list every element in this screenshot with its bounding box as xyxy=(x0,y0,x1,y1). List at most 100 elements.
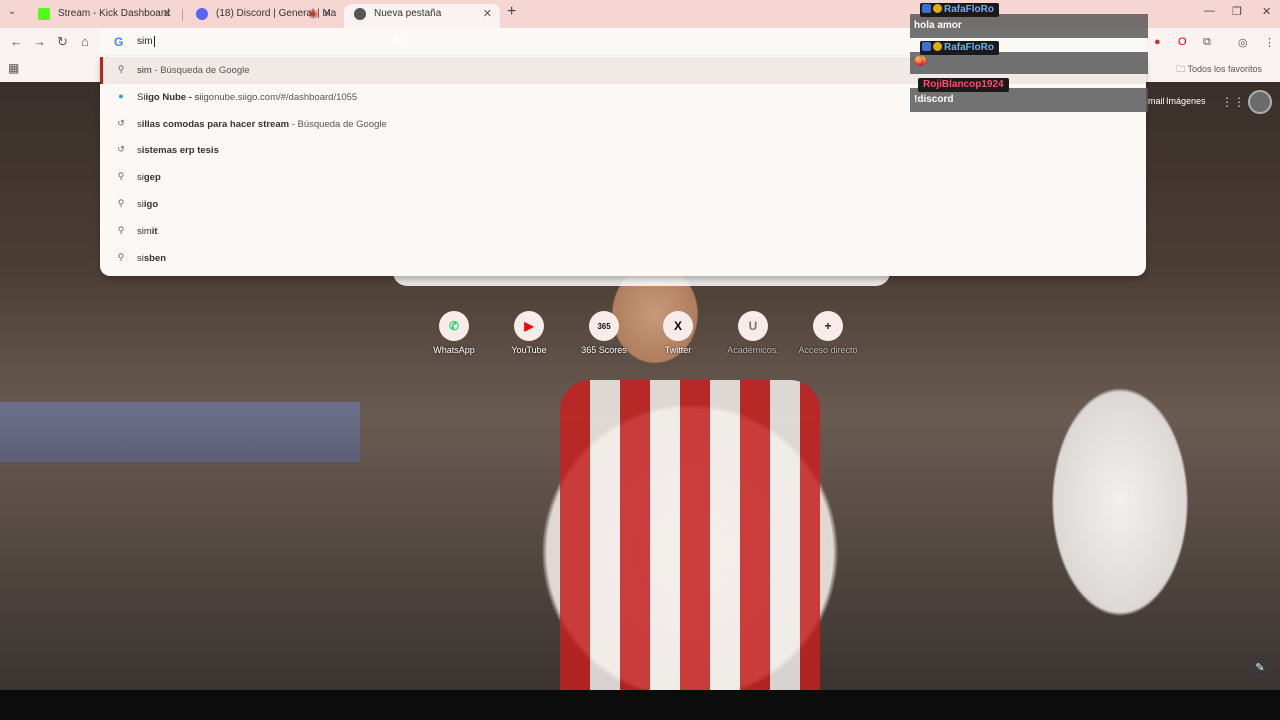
tab-new-tab[interactable]: Nueva pestaña ✕ xyxy=(344,4,500,28)
google-g-icon: G xyxy=(114,35,124,49)
suggestion-text-part: igo Nube - xyxy=(145,91,195,103)
suggestion-item[interactable]: ↺ sistemas erp tesis xyxy=(100,137,1146,164)
suggestion-text-part: istemas erp tesis xyxy=(141,145,219,157)
shortcut-label: 365 Scores xyxy=(581,345,627,355)
suggestion-text-part: sim xyxy=(137,225,152,237)
suggestion-text: sillas comodas para hacer stream - Búsqu… xyxy=(137,119,387,130)
suggestion-item[interactable]: ⚲ sigep xyxy=(100,164,1146,191)
history-icon: ↺ xyxy=(117,144,125,155)
suggestion-text-part: it xyxy=(151,225,158,237)
shortcut-label: Académicos. xyxy=(727,345,779,355)
close-window-icon[interactable]: ✕ xyxy=(1262,5,1271,18)
suggestion-text-part: - Búsqueda de Google xyxy=(289,118,387,130)
search-icon: ⚲ xyxy=(117,251,125,262)
profile-icon[interactable]: ◎ xyxy=(1238,36,1248,49)
recording-icon: ◉ xyxy=(308,8,318,20)
maximize-icon[interactable]: ❐ xyxy=(1232,5,1242,18)
shortcut-tile[interactable]: ✆ WhatsApp xyxy=(419,311,489,355)
chat-message: hola amor xyxy=(910,14,1148,38)
suggestion-text-part: igo xyxy=(143,199,159,210)
shortcut-label: Acceso directo xyxy=(798,345,858,355)
shortcut-tile[interactable]: 365 365 Scores xyxy=(569,311,639,355)
chat-message-text: hola amor xyxy=(914,20,962,31)
shortcut-tile[interactable]: + Acceso directo xyxy=(793,311,863,355)
close-tab-icon[interactable]: ✕ xyxy=(483,4,492,24)
extensions-puzzle-icon[interactable]: ⧉ xyxy=(1203,36,1211,49)
opera-icon[interactable]: O xyxy=(1178,36,1187,48)
365scores-icon: 365 xyxy=(589,311,619,341)
all-favorites-folder[interactable]: 🗀 Todos los favoritos xyxy=(1176,62,1262,78)
chat-username: RafaFloRo xyxy=(920,3,999,17)
suggestion-text-part: igonube.siigo.com/#/dashboard/1055 xyxy=(201,91,358,103)
suggestion-text: sigep xyxy=(137,172,161,183)
minimize-icon[interactable]: — xyxy=(1204,5,1215,17)
x-icon: X xyxy=(663,311,693,341)
academic-icon: U xyxy=(738,311,768,341)
search-icon: ⚲ xyxy=(117,171,125,182)
add-icon: + xyxy=(813,311,843,341)
suggestion-text-part: illas comodas para hacer stream xyxy=(141,118,290,130)
shortcut-tile[interactable]: X Twitter xyxy=(643,311,713,355)
menu-kebab-icon[interactable]: ⋮ xyxy=(1264,36,1275,49)
close-tab-icon[interactable]: ✕ xyxy=(163,4,172,24)
shortcut-label: WhatsApp xyxy=(433,345,475,355)
search-icon: ⚲ xyxy=(117,198,125,208)
chat-username: RojiBlancop1924 xyxy=(918,78,1009,92)
tab-divider xyxy=(182,9,183,21)
suggestion-text-part: si xyxy=(137,199,144,210)
tab-search-chevron-icon[interactable]: ⌄ xyxy=(8,6,16,17)
customize-edit-icon[interactable]: ✎ xyxy=(1249,657,1271,679)
tab-discord[interactable]: (18) Discord | General | Ma ◉ ✕ xyxy=(186,4,340,28)
suggestion-text-part: sben xyxy=(143,252,167,264)
selection-indicator xyxy=(100,57,103,84)
suggestion-item[interactable]: ⚲ siigo xyxy=(100,191,1146,218)
suggestion-item[interactable]: ⚲ sisben xyxy=(100,245,1146,272)
suggestion-text-part: gep xyxy=(143,172,161,184)
discord-favicon-icon xyxy=(196,8,208,20)
shortcut-label: Twitter xyxy=(664,345,692,355)
badge-icon xyxy=(922,4,931,13)
jersey-stripes xyxy=(560,380,820,690)
tab-kick-dashboard[interactable]: Stream - Kick Dashboard ✕ xyxy=(28,4,180,28)
history-icon: ↺ xyxy=(117,117,125,128)
close-tab-icon[interactable]: ✕ xyxy=(323,4,332,24)
images-link[interactable]: Imágenes xyxy=(1166,96,1206,106)
stadium-banner xyxy=(0,402,360,462)
suggestion-item[interactable]: ↺ sillas comodas para hacer stream - Búsq… xyxy=(100,111,1146,138)
whatsapp-icon: ✆ xyxy=(439,311,469,341)
shortcut-label: YouTube xyxy=(511,345,547,355)
kick-favicon-icon xyxy=(38,8,50,20)
tab-title: (18) Discord | General | Ma xyxy=(216,8,337,19)
suggestion-text: siigo xyxy=(137,199,158,210)
chrome-favicon-icon xyxy=(354,8,366,20)
extension-icon[interactable]: ● xyxy=(1154,36,1161,48)
badge-icon xyxy=(933,4,942,13)
chat-message-text: 🍑 xyxy=(914,56,927,67)
badge-icon xyxy=(922,42,931,51)
siigo-icon: ● xyxy=(118,90,124,101)
address-bar-input[interactable]: sim xyxy=(137,36,155,47)
chat-message: 🍑 xyxy=(910,52,1148,74)
badge-icon xyxy=(933,42,942,51)
account-avatar[interactable] xyxy=(1248,90,1272,114)
home-icon[interactable]: ⌂ xyxy=(81,34,89,49)
chat-message-text: !discord xyxy=(914,94,954,105)
suggestion-text: sisben xyxy=(137,253,166,264)
reload-icon[interactable]: ↻ xyxy=(57,34,68,50)
search-icon: ⚲ xyxy=(117,64,125,74)
suggestion-item[interactable]: ⚲ simit xyxy=(100,218,1146,245)
new-tab-plus-icon[interactable]: + xyxy=(507,3,516,21)
suggestion-text-part: sim xyxy=(137,65,152,76)
back-icon[interactable]: ← xyxy=(10,34,23,49)
apps-grid-icon[interactable]: ▦ xyxy=(8,61,19,75)
suggestion-text-part: - Búsqueda de Google xyxy=(151,65,250,76)
shortcut-tile[interactable]: ▶ YouTube xyxy=(494,311,564,355)
forward-icon[interactable]: → xyxy=(33,34,46,49)
shortcut-tile[interactable]: U Académicos. xyxy=(718,311,788,355)
tab-title: Stream - Kick Dashboard xyxy=(58,8,170,19)
tab-title: Nueva pestaña xyxy=(374,8,442,19)
suggestion-text: Siigo Nube - siigonube.siigo.com/#/dashb… xyxy=(137,92,357,103)
chat-username: RafaFloRo xyxy=(920,41,999,55)
search-icon: ⚲ xyxy=(117,224,125,235)
suggestion-text: sim - Búsqueda de Google xyxy=(137,65,250,76)
